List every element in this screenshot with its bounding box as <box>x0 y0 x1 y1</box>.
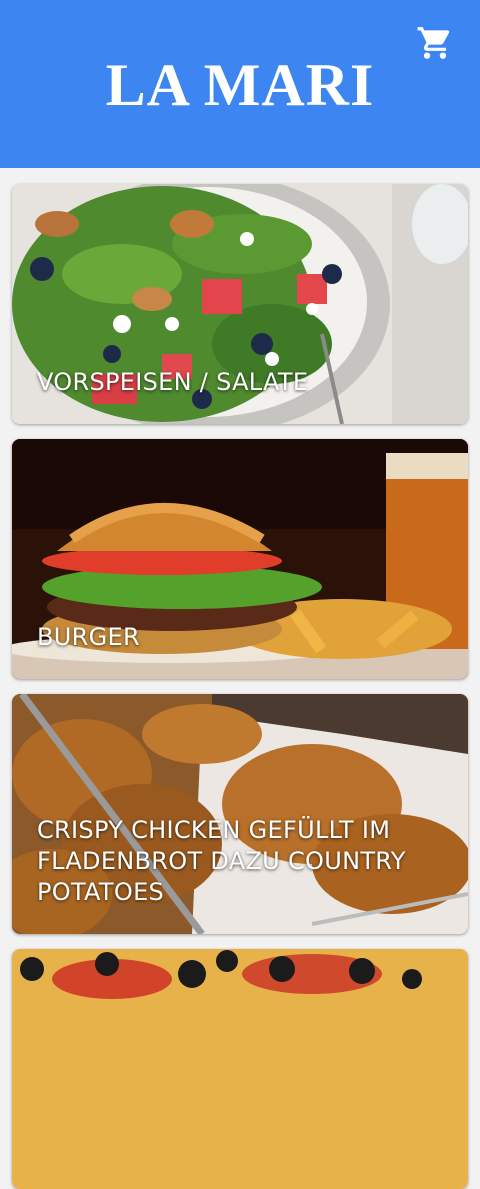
category-card-burger[interactable]: BURGER <box>12 439 468 679</box>
category-card-crispy-chicken[interactable]: CRISPY CHICKEN GEFÜLLT IM FLADENBROT DAZ… <box>12 694 468 934</box>
shopping-cart-icon[interactable] <box>416 24 454 62</box>
app-title: LA MARI <box>105 51 375 118</box>
app-header: LA MARI <box>0 0 480 168</box>
category-card-pizza[interactable] <box>12 949 468 1189</box>
category-card-vorspeisen[interactable]: VORSPEISEN / SALATE <box>12 184 468 424</box>
category-list: VORSPEISEN / SALATE BURGER CRISPY CHICKE… <box>0 168 480 1189</box>
category-label: BURGER <box>37 623 140 651</box>
category-label: CRISPY CHICKEN GEFÜLLT IM FLADENBROT DAZ… <box>37 816 406 906</box>
category-label: VORSPEISEN / SALATE <box>37 368 309 396</box>
pizza-image <box>12 949 468 1189</box>
